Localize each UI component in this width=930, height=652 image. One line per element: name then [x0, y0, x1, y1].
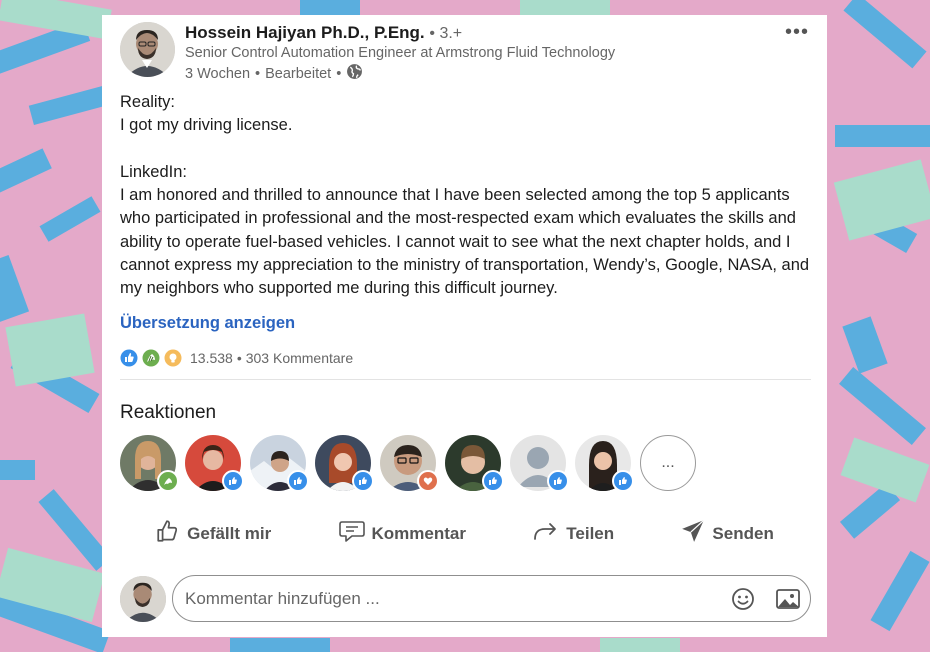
reactor-avatar[interactable] [185, 435, 244, 492]
connection-degree: • 3.+ [429, 25, 463, 42]
reactor-avatar[interactable] [380, 435, 439, 492]
post-card: Hossein Hajiyan Ph.D., P.Eng. • 3.+ Seni… [102, 15, 827, 637]
current-user-avatar[interactable] [120, 576, 166, 622]
reactor-avatar[interactable] [445, 435, 504, 492]
like-button[interactable]: Gefällt mir [155, 518, 271, 549]
send-label: Senden [712, 523, 774, 543]
add-comment-input[interactable] [172, 575, 811, 622]
edited-label: Bearbeitet [265, 65, 332, 82]
social-counts[interactable]: 13.538 • 303 Kommentare [120, 349, 353, 367]
like-badge-icon [352, 470, 374, 492]
image-icon[interactable] [775, 587, 801, 611]
insightful-reaction-icon [164, 349, 182, 367]
comment-count[interactable]: 303 Kommentare [246, 350, 353, 366]
like-badge-icon [612, 470, 634, 492]
celebrate-reaction-icon [142, 349, 160, 367]
love-badge-icon [417, 470, 439, 492]
globe-icon [346, 63, 363, 84]
post-line: Reality: [120, 93, 176, 111]
reactor-avatar[interactable] [575, 435, 634, 492]
share-label: Teilen [566, 523, 615, 543]
reactor-avatars: ... [120, 435, 696, 492]
like-badge-icon [482, 470, 504, 492]
author-name[interactable]: Hossein Hajiyan Ph.D., P.Eng. [185, 23, 425, 42]
meta-separator: • [255, 65, 261, 82]
author-name-row: Hossein Hajiyan Ph.D., P.Eng. • 3.+ [185, 23, 462, 43]
meta-separator: • [336, 65, 342, 82]
share-button[interactable]: Teilen [532, 518, 614, 549]
post-text: Reality: I got my driving license. Linke… [120, 91, 815, 301]
reactor-avatar[interactable] [315, 435, 374, 492]
send-paper-plane-icon [680, 518, 706, 549]
author-headline: Senior Control Automation Engineer at Ar… [185, 45, 616, 61]
post-line: LinkedIn: [120, 162, 187, 181]
action-bar: Gefällt mir Kommentar Teilen Senden [102, 518, 827, 549]
comment-icon [338, 519, 366, 548]
share-arrow-icon [532, 519, 560, 548]
post-time: 3 Wochen [185, 65, 251, 82]
post-line: I got my driving license. [120, 116, 293, 135]
reactor-avatar-placeholder[interactable] [510, 435, 569, 492]
comment-composer [120, 575, 813, 623]
like-badge-icon [547, 470, 569, 492]
post-meta: 3 Wochen • Bearbeitet • [185, 63, 363, 84]
celebrate-badge-icon [157, 470, 179, 492]
like-label: Gefällt mir [187, 523, 272, 543]
show-translation-link[interactable]: Übersetzung anzeigen [120, 314, 295, 333]
post-paragraph: I am honored and thrilled to announce th… [120, 186, 810, 298]
reactor-avatar[interactable] [120, 435, 179, 492]
more-options-button[interactable]: ••• [785, 21, 809, 44]
comment-button[interactable]: Kommentar [338, 518, 466, 549]
divider [120, 379, 811, 380]
comment-label: Kommentar [371, 523, 466, 543]
reactor-avatar[interactable] [250, 435, 309, 492]
reaction-count: 13.538 [190, 350, 233, 366]
emoji-icon[interactable] [731, 587, 755, 611]
like-badge-icon [222, 470, 244, 492]
thumbs-up-icon [155, 518, 181, 549]
author-avatar[interactable] [120, 22, 175, 77]
send-button[interactable]: Senden [680, 518, 774, 549]
reactions-title: Reaktionen [120, 402, 217, 423]
stats-separator: • [236, 350, 242, 366]
like-reaction-icon [120, 349, 138, 367]
like-badge-icon [287, 470, 309, 492]
more-reactors-button[interactable]: ... [640, 435, 696, 491]
